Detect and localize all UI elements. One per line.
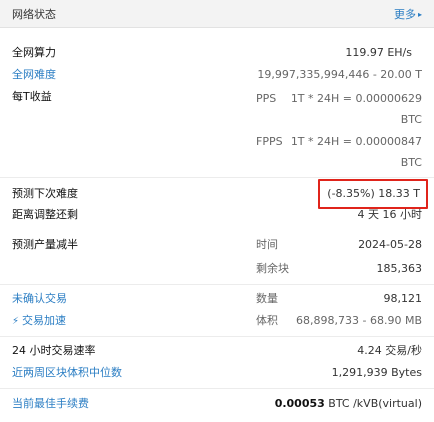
per-t-earnings-label: 每T收益 (12, 90, 52, 103)
halving-time-value: 2024-05-28 (358, 238, 422, 251)
divider (0, 284, 434, 285)
tx-volume-value: 68,898,733 - 68.90 MB (296, 314, 422, 327)
tx-rate-label: 24 小时交易速率 (12, 344, 96, 357)
fpps-value: 1T * 24H = 0.00000847 (290, 135, 422, 148)
divider (0, 388, 434, 389)
halving-label: 预测产量减半 (12, 238, 78, 251)
next-difficulty-label: 预测下次难度 (12, 187, 78, 200)
tx-accelerate-label: 交易加速 (22, 314, 67, 327)
best-fee-amount: 0.00053 (274, 397, 325, 410)
panel-header: 网络状态 更多 ▸ (0, 0, 434, 28)
median-block-size-link[interactable]: 近两周区块体积中位数 (12, 366, 122, 380)
halving-blocks-value: 185,363 (376, 262, 423, 275)
panel-title: 网络状态 (12, 8, 56, 21)
highlight-box (318, 179, 428, 209)
more-label: 更多 (393, 8, 416, 21)
more-link[interactable]: 更多 ▸ (394, 6, 422, 22)
best-fee-link[interactable]: 当前最佳手续费 (12, 397, 89, 411)
adjust-remaining-value: 4 天 16 小时 (357, 208, 423, 221)
tx-rate-value: 4.24 交易/秒 (357, 344, 422, 357)
pps-unit: BTC (400, 113, 422, 126)
tx-volume-label: 体积 (256, 314, 278, 327)
hashrate-label: 全网算力 (12, 46, 56, 59)
best-fee-value: 0.00053 BTC /kVB(virtual) (275, 397, 422, 411)
pps-value: 1T * 24H = 0.00000629 (290, 92, 422, 105)
tx-count-label: 数量 (256, 292, 278, 305)
difficulty-value: 19,997,335,994,446 - 20.00 T (257, 68, 422, 81)
fpps-unit: BTC (400, 156, 422, 169)
difficulty-link[interactable]: 全网难度 (12, 68, 56, 82)
pps-label: PPS (256, 92, 277, 105)
unconfirmed-tx-link[interactable]: 未确认交易 (12, 292, 67, 306)
divider (0, 177, 434, 178)
median-block-size-value: 1,291,939 Bytes (331, 366, 422, 379)
network-status-panel: 网络状态 更多 ▸ 全网算力 119.97 EH/s 全网难度 19,997,33… (0, 0, 434, 422)
halving-blocks-label: 剩余块 (256, 262, 289, 275)
tx-count-value: 98,121 (383, 292, 423, 305)
fpps-label: FPPS (256, 135, 283, 148)
caret-right-icon: ▸ (417, 10, 422, 19)
halving-time-label: 时间 (256, 238, 278, 251)
lightning-icon: ⚡︎ (12, 316, 20, 327)
hashrate-value: 119.97 EH/s (345, 46, 412, 59)
adjust-remaining-label: 距离调整还剩 (12, 208, 78, 221)
tx-accelerate-link[interactable]: ⚡︎ 交易加速 (12, 314, 66, 329)
divider (0, 336, 434, 337)
best-fee-unit: BTC /kVB(virtual) (324, 397, 422, 410)
